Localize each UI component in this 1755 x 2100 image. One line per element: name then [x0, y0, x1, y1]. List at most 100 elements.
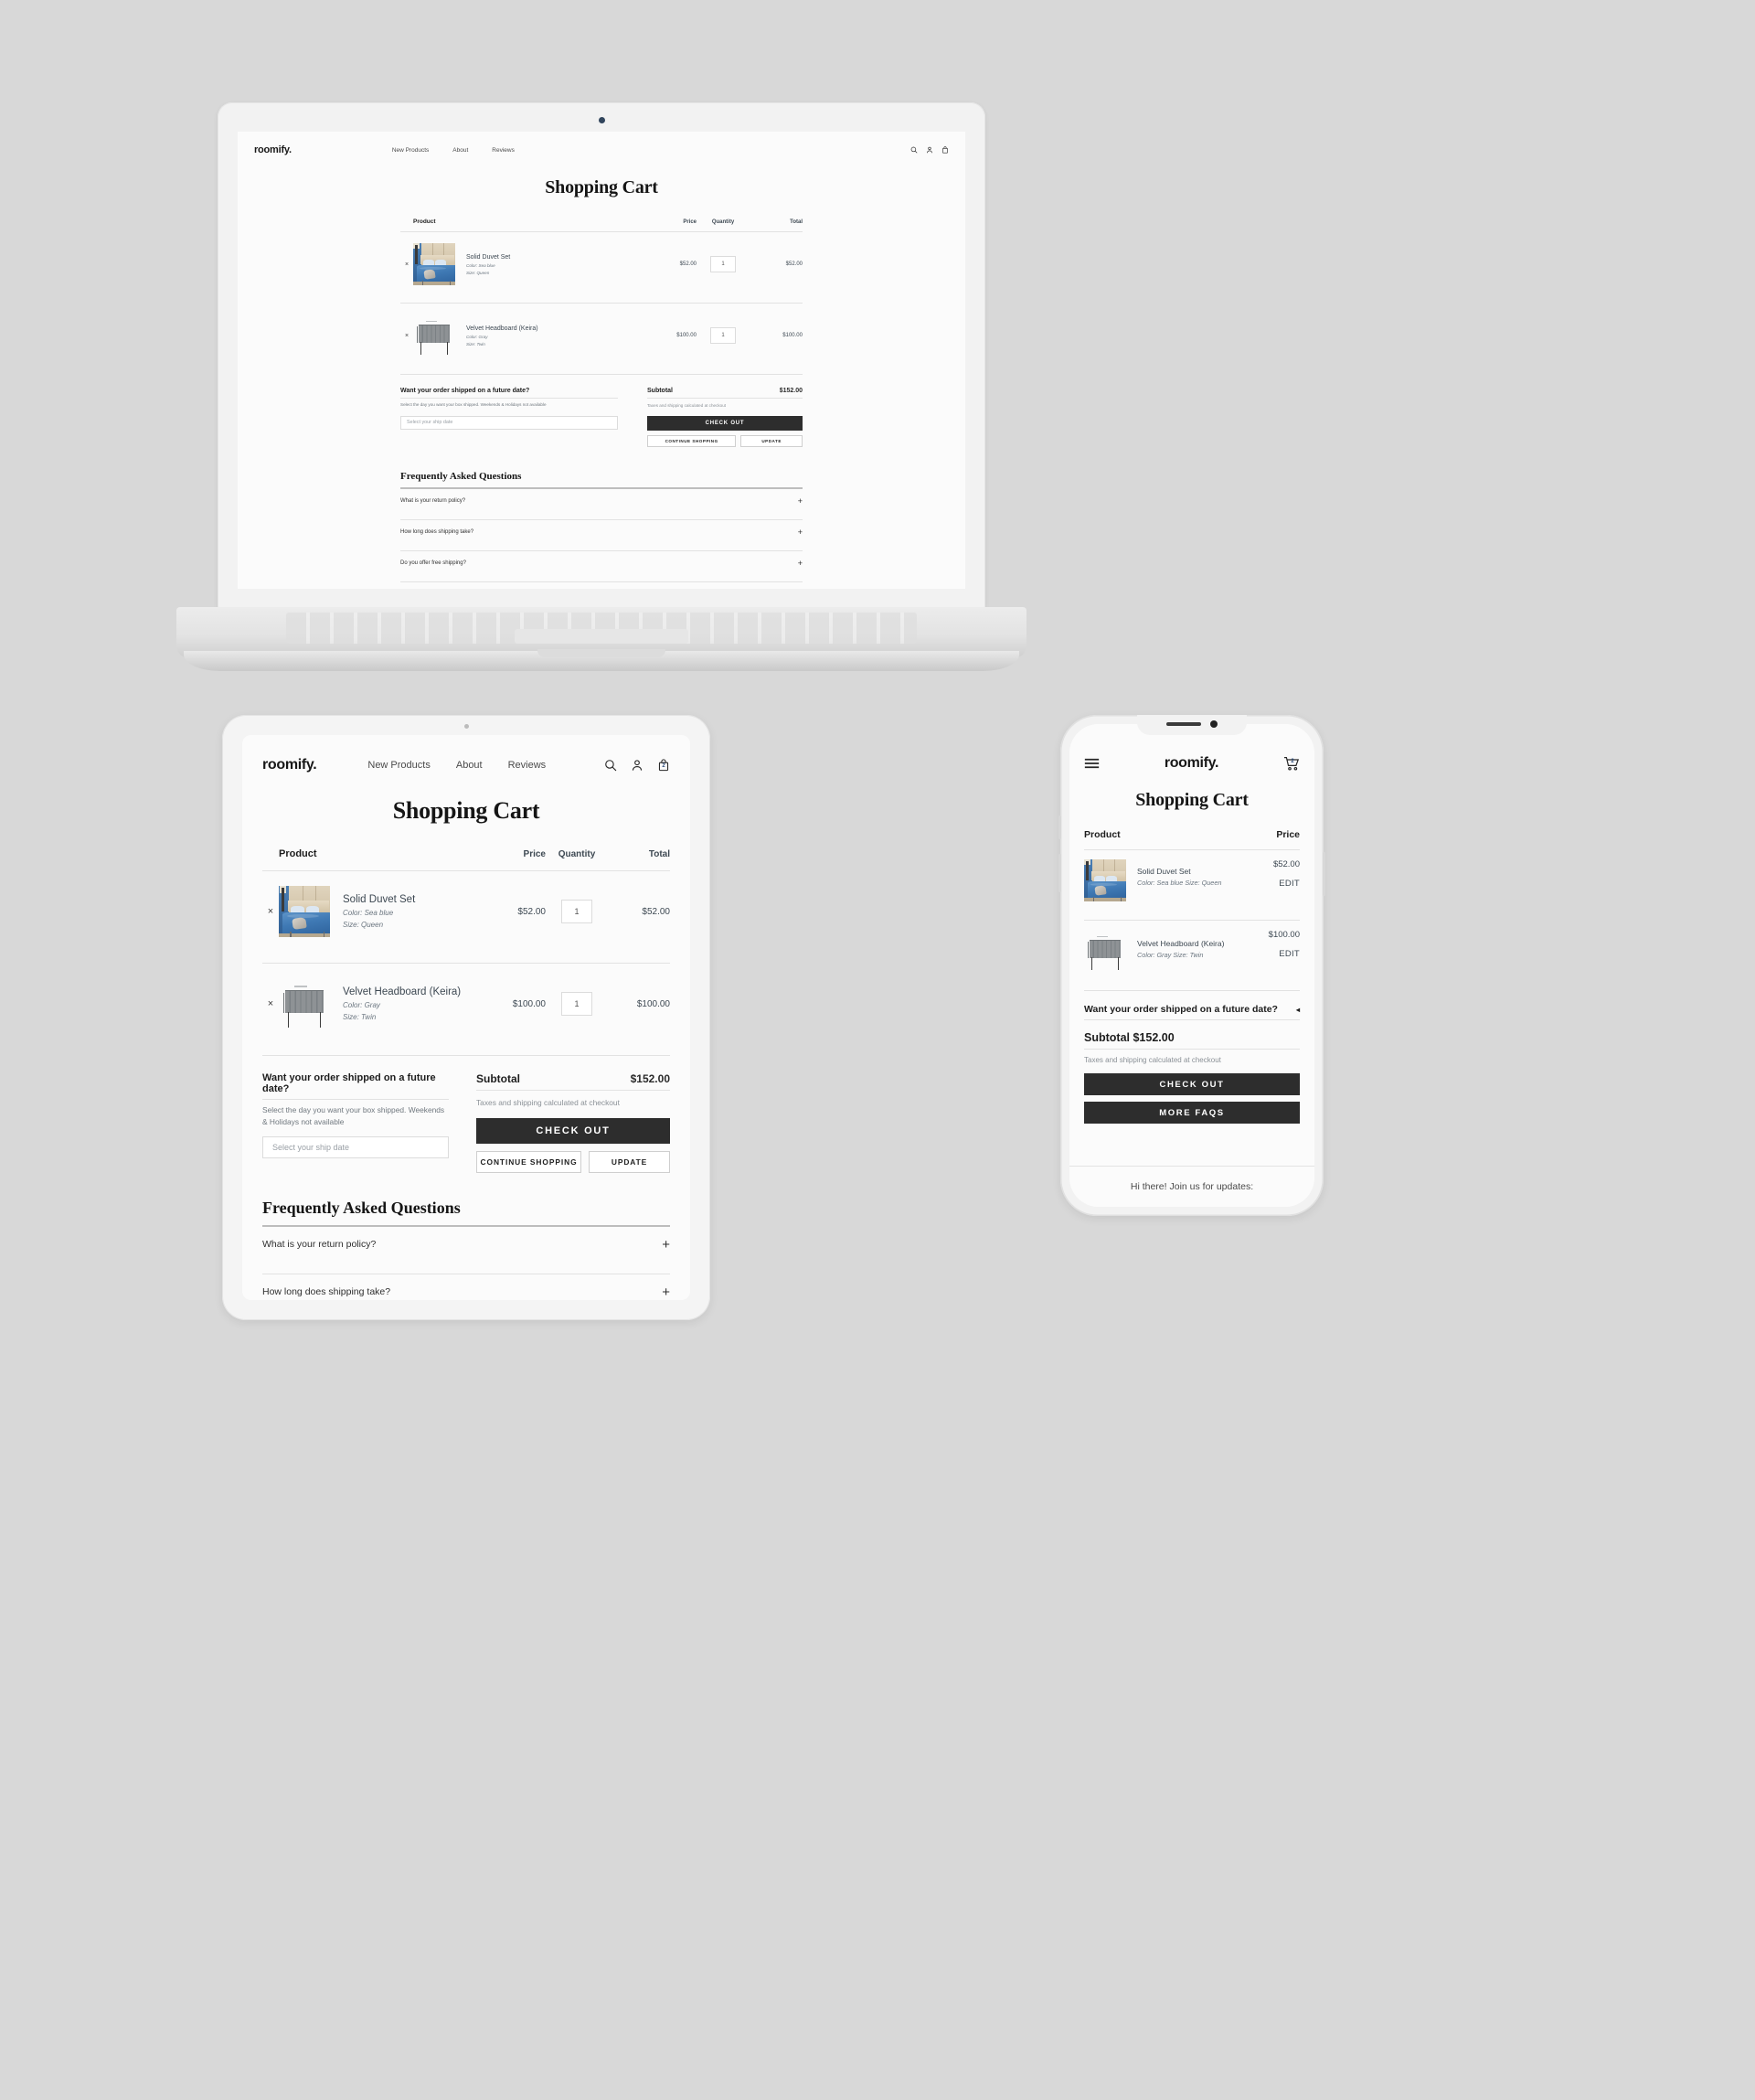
faq-heading: Frequently Asked Questions — [262, 1199, 461, 1217]
phone-camera-icon — [1210, 720, 1218, 728]
divider — [1084, 990, 1300, 991]
product-name[interactable]: Velvet Headboard (Keira) — [1137, 939, 1252, 948]
product-info: Velvet Headboard (Keira) Color: Gray Siz… — [466, 325, 644, 346]
faq-question: How long does shipping take? — [400, 528, 474, 535]
divider — [400, 374, 803, 375]
remove-item-button[interactable]: × — [262, 998, 279, 1009]
ship-date-description: Select the day you want your box shipped… — [400, 402, 547, 407]
faq-item[interactable]: How long does shipping take? + — [262, 1274, 670, 1301]
table-row: × Velvet Headboard (Keira) Color: Gray S… — [262, 964, 670, 1044]
cart-footer: Want your order shipped on a future date… — [262, 1072, 670, 1173]
more-faqs-button[interactable]: MORE FAQS — [1084, 1102, 1300, 1124]
logo[interactable]: roomify. — [262, 757, 317, 773]
nav-item-new-products[interactable]: New Products — [367, 760, 430, 771]
logo[interactable]: roomify. — [1165, 755, 1219, 772]
header-icons: 2 — [604, 759, 670, 772]
faq-question: How long does shipping take? — [262, 1286, 391, 1297]
product-thumbnail-duvet[interactable] — [1084, 859, 1126, 901]
product-thumbnail-headboard[interactable] — [1084, 930, 1126, 972]
faq-item[interactable]: How long does shipping take? + — [400, 520, 803, 544]
product-total: $52.00 — [785, 261, 803, 267]
remove-item-button[interactable]: × — [262, 906, 279, 917]
product-name[interactable]: Solid Duvet Set — [1137, 867, 1252, 876]
product-thumbnail-headboard[interactable] — [279, 978, 330, 1029]
laptop-screen: roomify. New Products About Reviews Shop… — [238, 132, 965, 589]
person-icon[interactable] — [926, 146, 933, 154]
product-thumbnail-headboard[interactable] — [413, 314, 455, 357]
shopping-bag-icon[interactable] — [941, 146, 949, 154]
product-price: $52.00 — [679, 261, 697, 267]
quantity-input[interactable]: 1 — [561, 900, 592, 923]
plus-icon: + — [797, 558, 803, 568]
update-button[interactable]: UPDATE — [589, 1151, 670, 1173]
remove-item-button[interactable]: × — [400, 261, 413, 268]
faq-question: What is your return policy? — [262, 1239, 377, 1250]
faq-item[interactable]: Do you offer free shipping? + — [400, 551, 803, 575]
chevron-left-icon[interactable]: ◂ — [1296, 1006, 1300, 1014]
main-nav: New Products About Reviews — [392, 147, 515, 154]
edit-item-button[interactable]: EDIT — [1252, 879, 1300, 889]
table-row: × Solid Duvet Set Color: Sea blue Size: … — [262, 871, 670, 952]
nav-item-about[interactable]: About — [452, 147, 468, 154]
ship-date-section[interactable]: Want your order shipped on a future date… — [1084, 1004, 1300, 1020]
checkout-button[interactable]: CHECK OUT — [647, 416, 803, 431]
continue-shopping-button[interactable]: CONTINUE SHOPPING — [476, 1151, 582, 1173]
table-row: × Solid Duvet Set Color: Sea blue Size: … — [400, 232, 803, 296]
faq-item[interactable]: What is your return policy? + — [262, 1227, 670, 1263]
shopping-bag-icon[interactable]: 2 — [657, 759, 670, 772]
quantity-cell: 1 — [546, 900, 608, 923]
person-icon[interactable] — [631, 759, 644, 772]
ship-date-section: Want your order shipped on a future date… — [400, 388, 618, 447]
product-price: $52.00 — [1272, 859, 1300, 869]
search-icon[interactable] — [910, 146, 918, 154]
product-info: Solid Duvet Set Color: Sea blue Size: Qu… — [343, 894, 484, 929]
edit-item-button[interactable]: EDIT — [1252, 949, 1300, 959]
faq-item[interactable]: What is your return policy? + — [400, 489, 803, 513]
ship-date-input[interactable]: Select your ship date — [400, 415, 618, 430]
tax-note: Taxes and shipping calculated at checkou… — [1084, 1056, 1221, 1064]
product-name[interactable]: Velvet Headboard (Keira) — [343, 986, 484, 997]
product-name[interactable]: Solid Duvet Set — [343, 894, 484, 905]
checkout-button[interactable]: CHECK OUT — [1084, 1073, 1300, 1095]
laptop-trackpad — [515, 629, 688, 644]
quantity-input[interactable]: 1 — [710, 327, 736, 344]
ship-date-input[interactable]: Select your ship date — [262, 1136, 449, 1159]
plus-icon: + — [797, 496, 803, 506]
product-color: Color: Sea blue — [343, 909, 394, 917]
divider — [262, 1055, 670, 1056]
nav-item-reviews[interactable]: Reviews — [492, 147, 515, 154]
price-edit-group: $52.00 EDIT — [1252, 859, 1300, 889]
quantity-input[interactable]: 1 — [561, 992, 592, 1016]
tablet-cart-container: Product Price Quantity Total × Solid Duv… — [242, 825, 690, 1300]
nav-item-reviews[interactable]: Reviews — [508, 760, 547, 771]
subtotal-amount: $152.00 — [630, 1072, 670, 1085]
remove-item-button[interactable]: × — [400, 333, 413, 339]
product-thumbnail-duvet[interactable] — [413, 243, 455, 285]
hamburger-menu-icon[interactable] — [1084, 757, 1100, 770]
product-color: Color: Sea blue — [466, 262, 495, 268]
cart-table-header: Product Price — [1084, 829, 1300, 840]
phone-power-button — [1323, 852, 1325, 896]
product-name[interactable]: Velvet Headboard (Keira) — [466, 325, 644, 332]
nav-item-new-products[interactable]: New Products — [392, 147, 429, 154]
faq-item[interactable]: How can I contact you?+ — [400, 582, 803, 590]
update-button[interactable]: UPDATE — [740, 435, 803, 447]
nav-item-about[interactable]: About — [456, 760, 483, 771]
quantity-input[interactable]: 1 — [710, 256, 736, 272]
logo[interactable]: roomify. — [254, 144, 292, 155]
continue-shopping-button[interactable]: CONTINUE SHOPPING — [647, 435, 737, 447]
product-name[interactable]: Solid Duvet Set — [466, 254, 644, 261]
laptop-cart-container: Product Price Quantity Total × Solid Duv… — [400, 198, 803, 589]
search-icon[interactable] — [604, 759, 617, 772]
quantity-cell: 1 — [697, 256, 750, 272]
product-thumbnail-duvet[interactable] — [279, 886, 330, 937]
checkout-button[interactable]: CHECK OUT — [476, 1118, 670, 1144]
shopping-cart-icon[interactable]: 2 — [1283, 756, 1300, 771]
tablet-mockup: roomify. New Products About Reviews 2 Sh… — [222, 715, 710, 1320]
product-size: Size: Twin — [343, 1013, 377, 1021]
product-info: Velvet Headboard (Keira) Color: Gray Siz… — [343, 986, 484, 1021]
ship-date-description: Select the day you want your box shipped… — [262, 1105, 445, 1126]
column-price: Price — [683, 219, 697, 225]
order-summary: Subtotal $152.00 Taxes and shipping calc… — [1084, 1031, 1300, 1124]
product-color: Color: Gray — [466, 334, 488, 339]
